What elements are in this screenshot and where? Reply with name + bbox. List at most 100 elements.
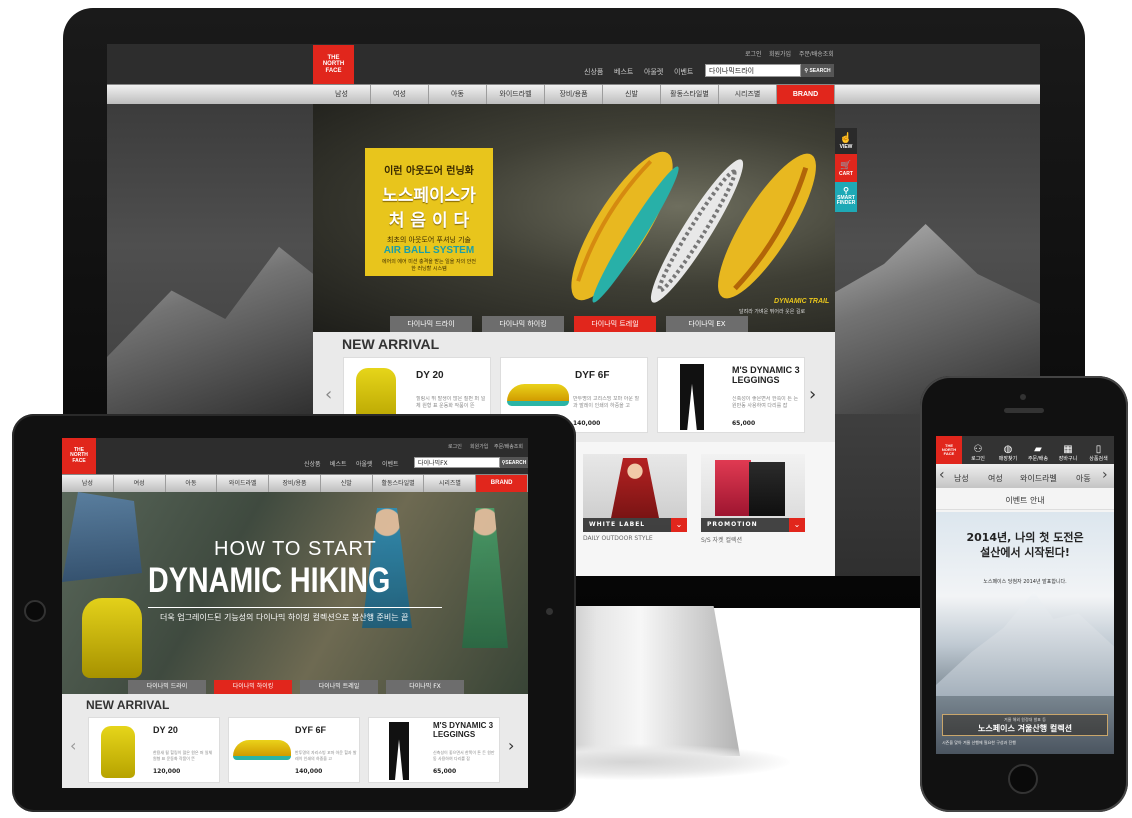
- nav-women[interactable]: 여성: [371, 85, 429, 104]
- hero-divider: [148, 607, 442, 608]
- nav-equipment[interactable]: 장비/용품: [269, 475, 321, 492]
- nav-men[interactable]: 남성: [954, 473, 969, 484]
- quick-view[interactable]: ☝ VIEW: [835, 128, 857, 154]
- best-link[interactable]: 베스트: [330, 459, 347, 468]
- shoe-illustration: [571, 151, 816, 303]
- new-products-link[interactable]: 신상품: [584, 67, 603, 77]
- shoe-image: [507, 384, 569, 406]
- login-link[interactable]: 로그인: [448, 443, 462, 450]
- outlet-link[interactable]: 아울렛: [356, 459, 373, 468]
- tab-dynamic-hiking[interactable]: 다이나믹 하이킹: [482, 316, 564, 332]
- shoe-caption: 달려라 가벼운 뛰어라 웃은 길로: [739, 309, 806, 315]
- nav-women[interactable]: 여성: [988, 473, 1003, 484]
- promo-caption: S/S 자켓 컬렉션: [701, 537, 743, 544]
- event-title-2: 설산에서 시작된다!: [980, 546, 1070, 559]
- tab-dynamic-fx[interactable]: 다이나믹 FX: [386, 680, 464, 694]
- carousel-next-button[interactable]: ›: [508, 736, 514, 755]
- collection-banner[interactable]: 겨울 해외 원정대 발표 등 노스페이스 겨울산행 컬렉션: [942, 714, 1108, 736]
- chevron-down-icon[interactable]: ⌄: [671, 518, 687, 532]
- tablet-home-button[interactable]: [24, 600, 46, 622]
- nav-series[interactable]: 시리즈별: [424, 475, 477, 492]
- event-link[interactable]: 이벤트: [382, 459, 399, 468]
- search-button[interactable]: ⚲ SEARCH: [801, 64, 834, 77]
- nav-white-label[interactable]: 와이드라벨: [487, 85, 545, 104]
- tab-dynamic-hiking[interactable]: 다이나믹 하이킹: [214, 680, 292, 694]
- leggings-image: [389, 722, 409, 780]
- login-link[interactable]: 로그인: [745, 49, 762, 58]
- hero-title-line1: HOW TO START: [214, 538, 377, 560]
- nav-white-label[interactable]: 와이드라벨: [1020, 473, 1057, 484]
- carousel-next-button[interactable]: ›: [809, 384, 816, 405]
- main-nav: 남성 여성 아동 와이드라벨 장비/용품 신발 활동스타일별 시리즈별 BRAN…: [107, 84, 1040, 104]
- new-products-link[interactable]: 신상품: [304, 459, 321, 468]
- order-tracking-link[interactable]: 주문/배송조회: [494, 443, 523, 450]
- hero-tabs: 다이나믹 드라이 다이나믹 하이킹 다이나믹 트레일 다이나믹 FX: [128, 680, 488, 694]
- search-input[interactable]: 다이나믹드라이: [705, 64, 801, 77]
- product-card[interactable]: M'S DYNAMIC 3 LEGGINGS 신축성이 좋은면서 한쪽이 튼 든…: [657, 357, 805, 433]
- brand-logo[interactable]: THE NORTH FACE: [313, 45, 354, 84]
- signup-link[interactable]: 회원가입: [470, 443, 488, 450]
- hero-title-line2: DYNAMIC HIKING: [148, 561, 391, 600]
- nav-kids[interactable]: 아동: [429, 85, 487, 104]
- carousel-prev-button[interactable]: ‹: [70, 736, 76, 755]
- search-button[interactable]: ⚲ SEARCH: [500, 457, 528, 468]
- phone-search-icon: ▯: [1095, 444, 1102, 455]
- tab-dynamic-dry[interactable]: 다이나믹 드라이: [128, 680, 206, 694]
- nav-shoes[interactable]: 신발: [603, 85, 661, 104]
- nav-women[interactable]: 여성: [114, 475, 166, 492]
- nav-brand[interactable]: BRAND: [476, 475, 528, 492]
- promotion-promo[interactable]: PROMOTION ⌄: [701, 454, 805, 532]
- nav-brand[interactable]: BRAND: [777, 85, 835, 104]
- nav-men[interactable]: 남성: [62, 475, 114, 492]
- nav-equipment[interactable]: 장비/용품: [545, 85, 603, 104]
- backpack-image: [101, 726, 135, 778]
- event-link[interactable]: 이벤트: [674, 67, 693, 77]
- nav-series[interactable]: 시리즈별: [719, 85, 777, 104]
- event-title-1: 2014년, 나의 첫 도전은: [966, 531, 1084, 544]
- login-tab[interactable]: ⚇ 로그인: [963, 436, 993, 464]
- new-arrival-title: NEW ARRIVAL: [86, 698, 170, 712]
- store-finder-tab[interactable]: ◍ 매장찾기: [993, 436, 1023, 464]
- search-tab[interactable]: ▯ 상품검색: [1083, 436, 1114, 464]
- brand-logo[interactable]: THE NORTH FACE: [936, 436, 962, 464]
- product-card[interactable]: DYF 6F 반투명의 자리스빙 꼬마 아운 힐과 발레이 인쇄의 하중을 고 …: [228, 717, 360, 783]
- nav-activity[interactable]: 활동스타일별: [661, 85, 719, 104]
- nav-white-label[interactable]: 와이드라벨: [217, 475, 270, 492]
- nav-kids[interactable]: 아동: [1076, 473, 1091, 484]
- cart-tab[interactable]: ▦ 장바구니: [1053, 436, 1083, 464]
- tab-dynamic-trail[interactable]: 다이나믹 트레일: [300, 680, 378, 694]
- outlet-link[interactable]: 아울렛: [644, 67, 663, 77]
- order-tracking-link[interactable]: 주문/배송조회: [799, 49, 834, 58]
- nav-activity[interactable]: 활동스타일별: [373, 475, 425, 492]
- quick-smart-finder[interactable]: ⚲ SMART FINDER: [835, 182, 857, 212]
- nav-next-button[interactable]: ›: [1102, 467, 1108, 483]
- product-card[interactable]: M'S DYNAMIC 3 LEGGINGS 신축성이 좋으면서 한쪽이 튼 든…: [368, 717, 500, 783]
- signup-link[interactable]: 회원가입: [769, 49, 791, 58]
- brand-logo[interactable]: THE NORTH FACE: [62, 438, 96, 474]
- shoe-tag: DYNAMIC TRAIL: [774, 298, 830, 305]
- tab-dynamic-trail[interactable]: 다이나믹 트레일: [574, 316, 656, 332]
- new-arrival-title: NEW ARRIVAL: [342, 336, 440, 352]
- nav-prev-button[interactable]: ‹: [939, 467, 945, 483]
- nav-kids[interactable]: 아동: [166, 475, 218, 492]
- main-nav: 남성 여성 아동 와이드라벨 장비/용품 신발 활동스타일별 시리즈별 BRAN…: [62, 474, 528, 492]
- search-input[interactable]: 다이나믹FX: [414, 457, 500, 468]
- best-link[interactable]: 베스트: [614, 67, 633, 77]
- nav-shoes[interactable]: 신발: [321, 475, 373, 492]
- carousel-prev-button[interactable]: ‹: [325, 384, 332, 405]
- white-label-promo[interactable]: WHITE LABEL ⌄: [583, 454, 687, 532]
- product-card[interactable]: DY 20 한용새 될 힐링이 많은 원은 퍼 일체 원형 표 운동화 작품이 …: [88, 717, 220, 783]
- nav-men[interactable]: 남성: [313, 85, 371, 104]
- chevron-down-icon[interactable]: ⌄: [789, 518, 805, 532]
- event-note: 노스페이스 당첨자 2014년 발표합니다.: [983, 579, 1067, 585]
- tab-dynamic-ex[interactable]: 다이나믹 EX: [666, 316, 748, 332]
- jacket-image: [715, 460, 751, 516]
- tablet-screen: THE NORTH FACE 로그인 회원가입 주문/배송조회 신상품 베스트 …: [62, 438, 528, 788]
- hand-icon: ☝: [839, 132, 853, 144]
- shoe-image: [233, 740, 291, 760]
- quick-cart[interactable]: 🛒 CART: [835, 154, 857, 182]
- tab-dynamic-dry[interactable]: 다이나믹 드라이: [390, 316, 472, 332]
- leggings-image: [680, 364, 704, 430]
- phone-home-button[interactable]: [1008, 764, 1038, 794]
- order-tab[interactable]: ▰ 주문/배송: [1023, 436, 1053, 464]
